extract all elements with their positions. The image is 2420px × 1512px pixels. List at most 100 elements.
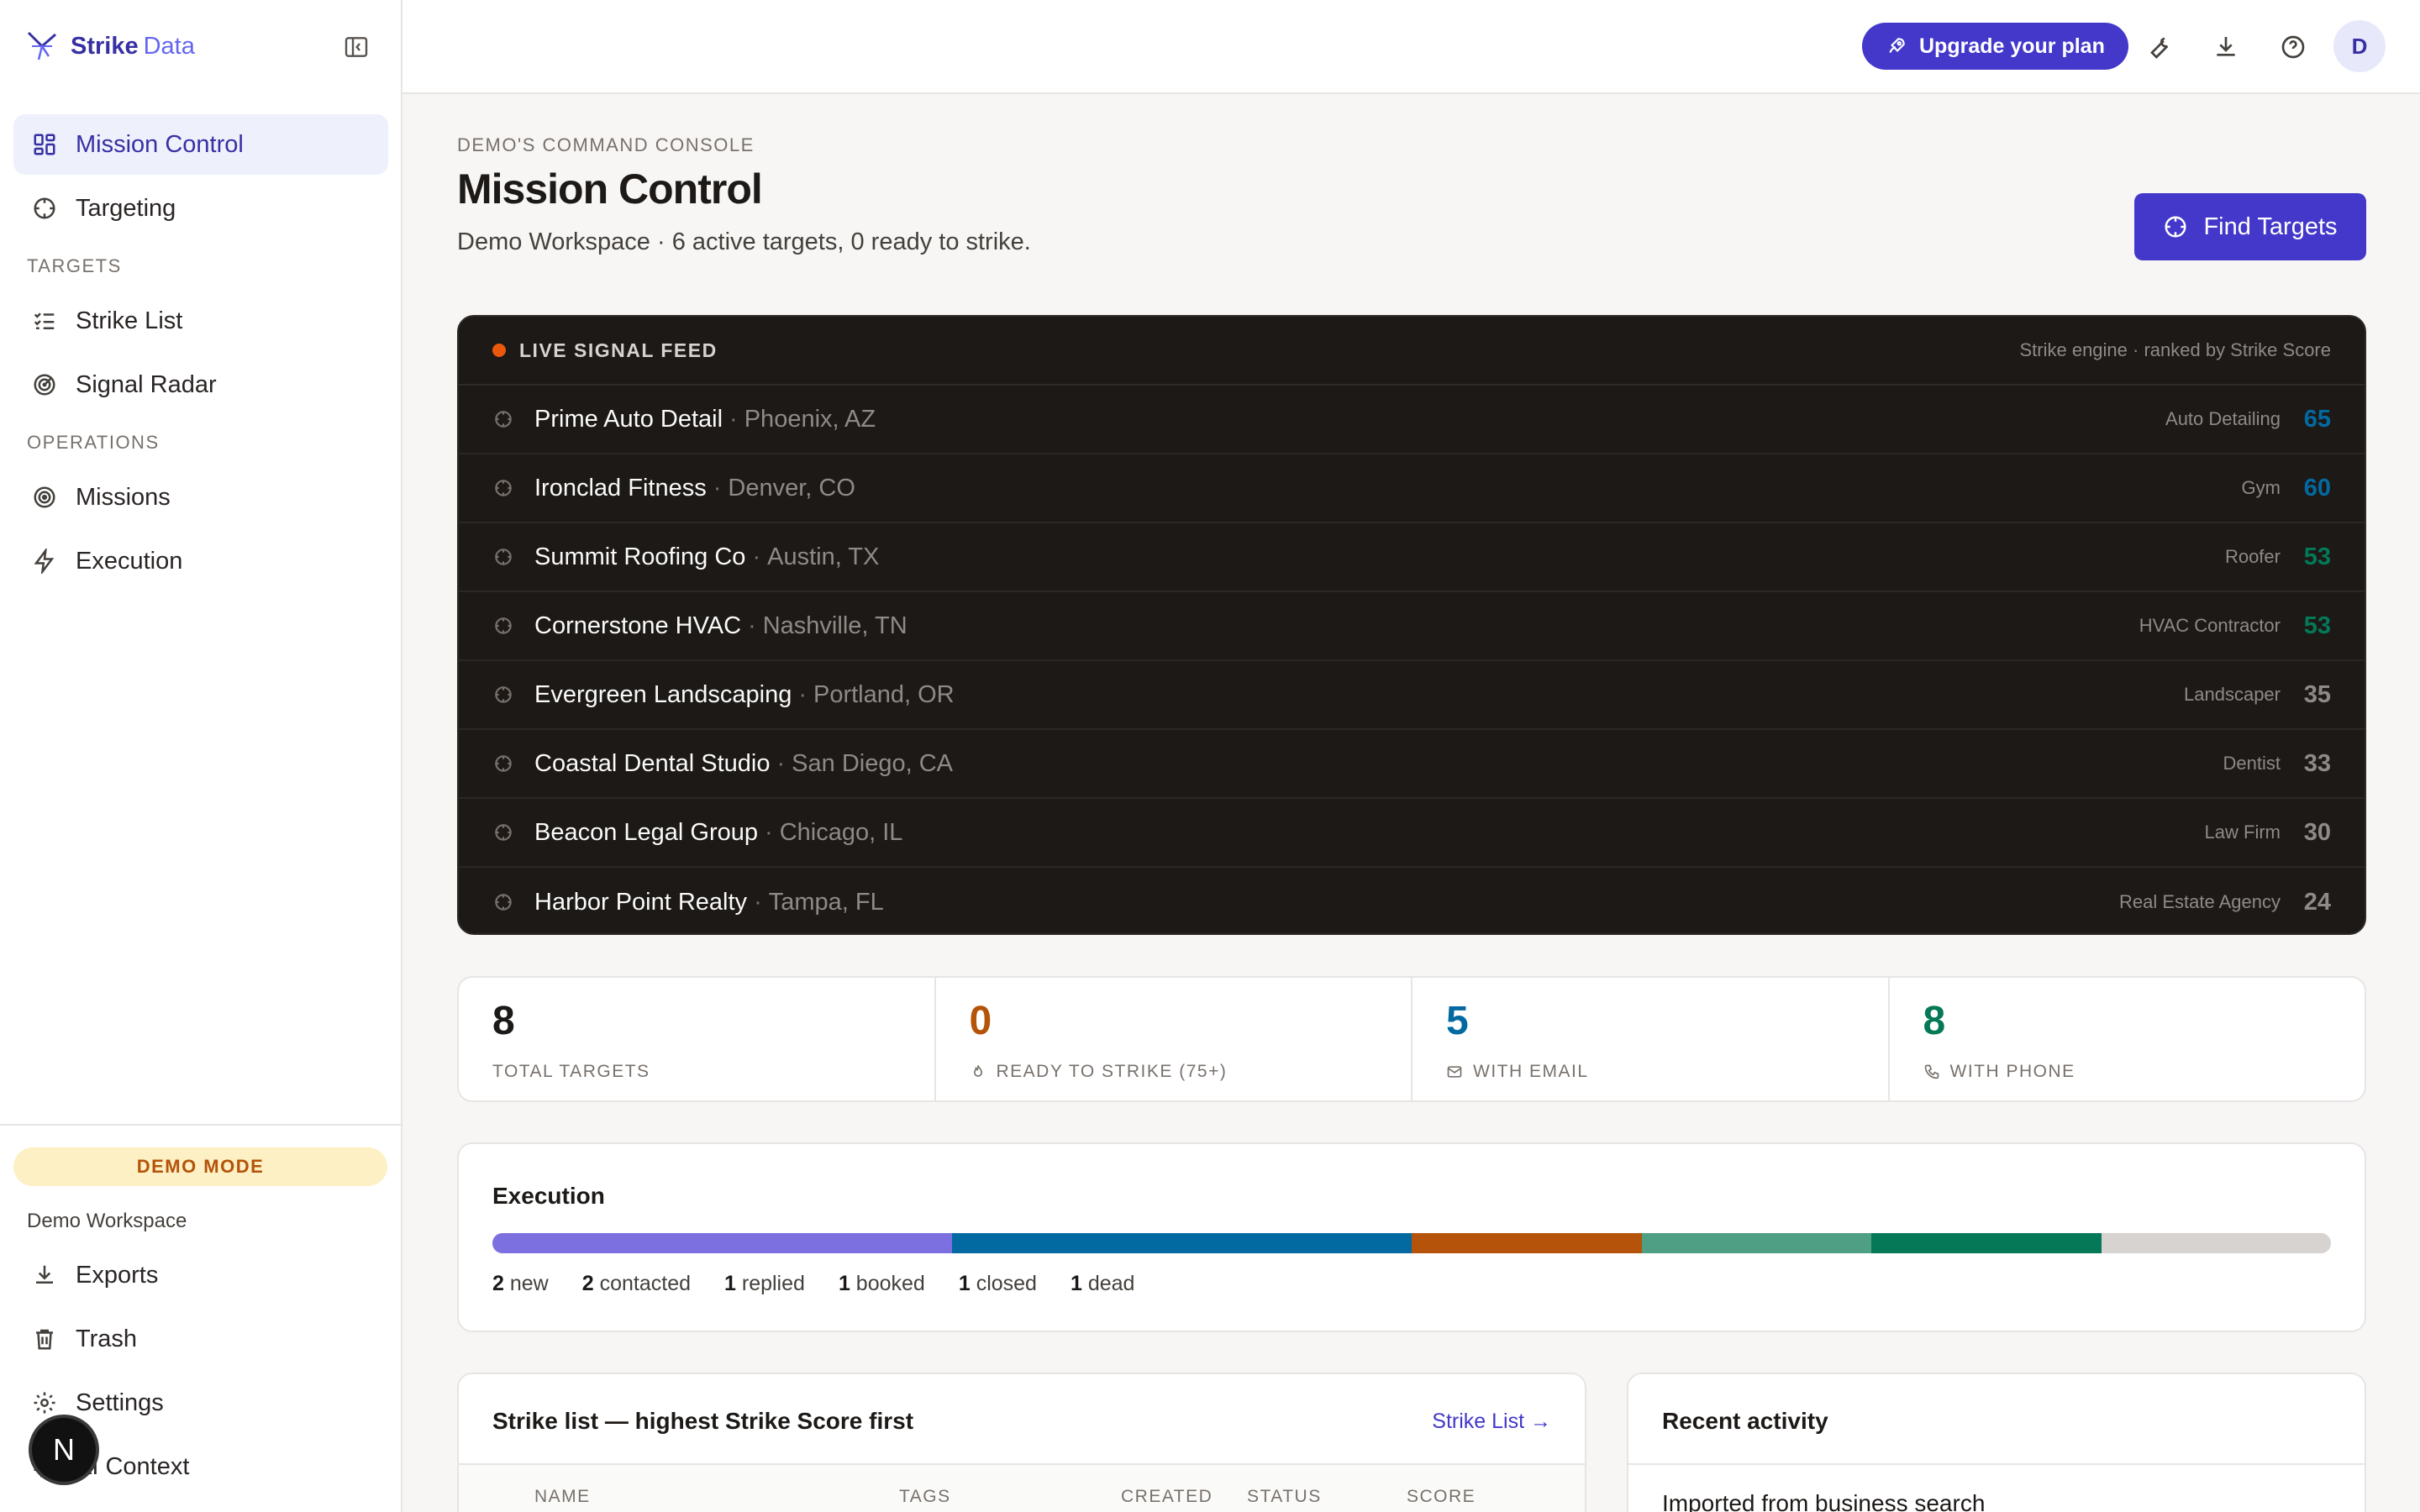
feed-separator: · bbox=[798, 680, 807, 708]
sidebar-item-label: Settings bbox=[76, 1389, 164, 1416]
feed-row[interactable]: Beacon Legal Group · Chicago, IL Law Firm 30 bbox=[459, 799, 2365, 868]
stat-label: WITH PHONE bbox=[1923, 1062, 2365, 1082]
stat-ready-to-strike: 0 READY TO STRIKE (75+) bbox=[936, 978, 1413, 1100]
sidebar-item-signal-radar[interactable]: Signal Radar bbox=[13, 354, 388, 415]
brand[interactable]: Strike Data bbox=[24, 25, 195, 67]
feed-category: Auto Detailing bbox=[2165, 408, 2281, 429]
crosshair-icon bbox=[492, 477, 514, 499]
page-title: Mission Control bbox=[457, 165, 763, 213]
download-icon bbox=[30, 1261, 59, 1289]
crosshair-icon bbox=[492, 753, 514, 774]
column-header-score[interactable]: SCORE bbox=[1407, 1487, 1476, 1507]
feed-separator: · bbox=[776, 749, 786, 777]
top-bar: Upgrade your plan D bbox=[402, 0, 2420, 94]
crosshair-icon bbox=[492, 822, 514, 843]
feed-business-name: Coastal Dental Studio bbox=[534, 749, 771, 777]
feed-row[interactable]: Harbor Point Realty · Tampa, FL Real Estate… bbox=[459, 868, 2365, 933]
recent-activity-card: Recent activity Imported from business s… bbox=[1627, 1373, 2366, 1512]
crosshair-icon bbox=[492, 546, 514, 568]
feed-row[interactable]: Ironclad Fitness · Denver, CO Gym 60 bbox=[459, 454, 2365, 523]
stat-value: 5 bbox=[1446, 999, 1469, 1043]
sidebar-item-exports[interactable]: Exports bbox=[13, 1245, 387, 1305]
feed-row[interactable]: Evergreen Landscaping · Portland, OR Landsc… bbox=[459, 661, 2365, 730]
feed-row[interactable]: Summit Roofing Co · Austin, TX Roofer 53 bbox=[459, 523, 2365, 592]
sidebar-item-missions[interactable]: Missions bbox=[13, 467, 388, 528]
stat-label: WITH EMAIL bbox=[1446, 1062, 1888, 1082]
column-header-name[interactable]: NAME bbox=[534, 1487, 591, 1507]
stat-value: 8 bbox=[1923, 999, 1946, 1043]
download-button[interactable] bbox=[2209, 30, 2243, 64]
execution-segment-booked bbox=[1641, 1233, 1871, 1253]
strike-list-link[interactable]: Strike List → bbox=[1432, 1410, 1551, 1434]
live-signal-feed: LIVE SIGNAL FEED Strike engine · ranked … bbox=[457, 315, 2366, 935]
stat-with-email: 5 WITH EMAIL bbox=[1413, 978, 1890, 1100]
sidebar-nav: Mission Control Targeting TARGETS Strike… bbox=[13, 114, 388, 595]
crosshair-icon bbox=[492, 408, 514, 430]
sidebar-item-label: Mission Control bbox=[76, 130, 244, 158]
sidebar-item-label: Trash bbox=[76, 1325, 138, 1352]
sidebar-item-strike-list[interactable]: Strike List bbox=[13, 291, 388, 351]
help-button[interactable] bbox=[2276, 30, 2310, 64]
sidebar-item-targeting[interactable]: Targeting bbox=[13, 178, 388, 239]
feed-business-name: Ironclad Fitness bbox=[534, 474, 707, 501]
page-kicker: DEMO'S COMMAND CONSOLE bbox=[457, 134, 755, 155]
feed-strike-score: 60 bbox=[2303, 474, 2331, 501]
brand-name: Strike bbox=[71, 32, 139, 60]
stat-label: READY TO STRIKE (75+) bbox=[970, 1062, 1412, 1082]
sidebar-item-label: Strike List bbox=[76, 307, 183, 334]
feed-location: Tampa, FL bbox=[768, 888, 884, 916]
feed-location: Nashville, TN bbox=[762, 612, 908, 639]
column-header-created[interactable]: CREATED bbox=[1121, 1487, 1213, 1507]
feed-location: Denver, CO bbox=[728, 474, 855, 501]
dev-tools-badge[interactable]: N bbox=[32, 1418, 96, 1482]
crosshair-icon bbox=[492, 615, 514, 637]
execution-legend-item: 1 booked bbox=[838, 1272, 925, 1295]
feed-category: Law Firm bbox=[2204, 822, 2281, 843]
sidebar-item-execution[interactable]: Execution bbox=[13, 531, 388, 591]
execution-card: Execution 2 new 2 contacted 1 replied 1 boo… bbox=[457, 1142, 2366, 1332]
feed-row[interactable]: Cornerstone HVAC · Nashville, TN HVAC Contr… bbox=[459, 592, 2365, 661]
strike-list-card: Strike list — highest Strike Score first… bbox=[457, 1373, 1586, 1512]
column-header-status[interactable]: STATUS bbox=[1247, 1487, 1322, 1507]
feed-row[interactable]: Coastal Dental Studio · San Diego, CA Denti… bbox=[459, 730, 2365, 799]
find-targets-button[interactable]: Find Targets bbox=[2134, 193, 2366, 260]
feed-title: LIVE SIGNAL FEED bbox=[519, 339, 718, 361]
upgrade-plan-button[interactable]: Upgrade your plan bbox=[1862, 23, 2128, 70]
strike-list-title: Strike list — highest Strike Score first bbox=[492, 1408, 914, 1434]
user-avatar[interactable]: D bbox=[2333, 20, 2386, 72]
feed-strike-score: 33 bbox=[2303, 749, 2331, 777]
crosshair-icon bbox=[30, 194, 59, 223]
feed-category: Landscaper bbox=[2184, 684, 2281, 705]
tools-button[interactable] bbox=[2142, 30, 2175, 64]
execution-progress-bar bbox=[492, 1233, 2331, 1253]
feed-separator: · bbox=[754, 888, 762, 916]
feed-separator: · bbox=[765, 818, 773, 846]
execution-segment-new bbox=[492, 1233, 952, 1253]
column-header-tags[interactable]: TAGS bbox=[899, 1487, 951, 1507]
sidebar-item-trash[interactable]: Trash bbox=[13, 1309, 387, 1369]
sidebar-item-label: Targeting bbox=[76, 194, 176, 222]
feed-row[interactable]: Prime Auto Detail · Phoenix, AZ Auto Detail… bbox=[459, 386, 2365, 454]
stat-label: TOTAL TARGETS bbox=[492, 1062, 650, 1081]
list-check-icon bbox=[30, 307, 59, 335]
workspace-name[interactable]: Demo Workspace bbox=[0, 1205, 401, 1238]
execution-segment-closed bbox=[1871, 1233, 2102, 1253]
execution-legend-item: 1 closed bbox=[958, 1272, 1037, 1295]
demo-mode-badge: DEMO MODE bbox=[13, 1147, 387, 1186]
collapse-sidebar-button[interactable] bbox=[339, 30, 373, 64]
sidebar-item-label: Missions bbox=[76, 483, 171, 511]
stat-value: 0 bbox=[969, 999, 992, 1043]
page-subtitle: Demo Workspace · 6 active targets, 0 rea… bbox=[457, 228, 1031, 255]
sidebar-item-label: Execution bbox=[76, 547, 183, 575]
stat-with-phone: 8 WITH PHONE bbox=[1890, 978, 2365, 1100]
crosshair-icon bbox=[492, 684, 514, 706]
execution-segment-contacted bbox=[952, 1233, 1412, 1253]
feed-business-name: Cornerstone HVAC bbox=[534, 612, 742, 639]
feed-strike-score: 30 bbox=[2303, 818, 2331, 846]
feed-business-name: Harbor Point Realty bbox=[534, 888, 748, 916]
sidebar-item-mission-control[interactable]: Mission Control bbox=[13, 114, 388, 175]
execution-legend: 2 new 2 contacted 1 replied 1 booked 1 close… bbox=[492, 1272, 1168, 1296]
grid-icon bbox=[30, 130, 59, 159]
feed-category: Real Estate Agency bbox=[2118, 891, 2281, 912]
live-indicator-dot bbox=[492, 344, 506, 357]
